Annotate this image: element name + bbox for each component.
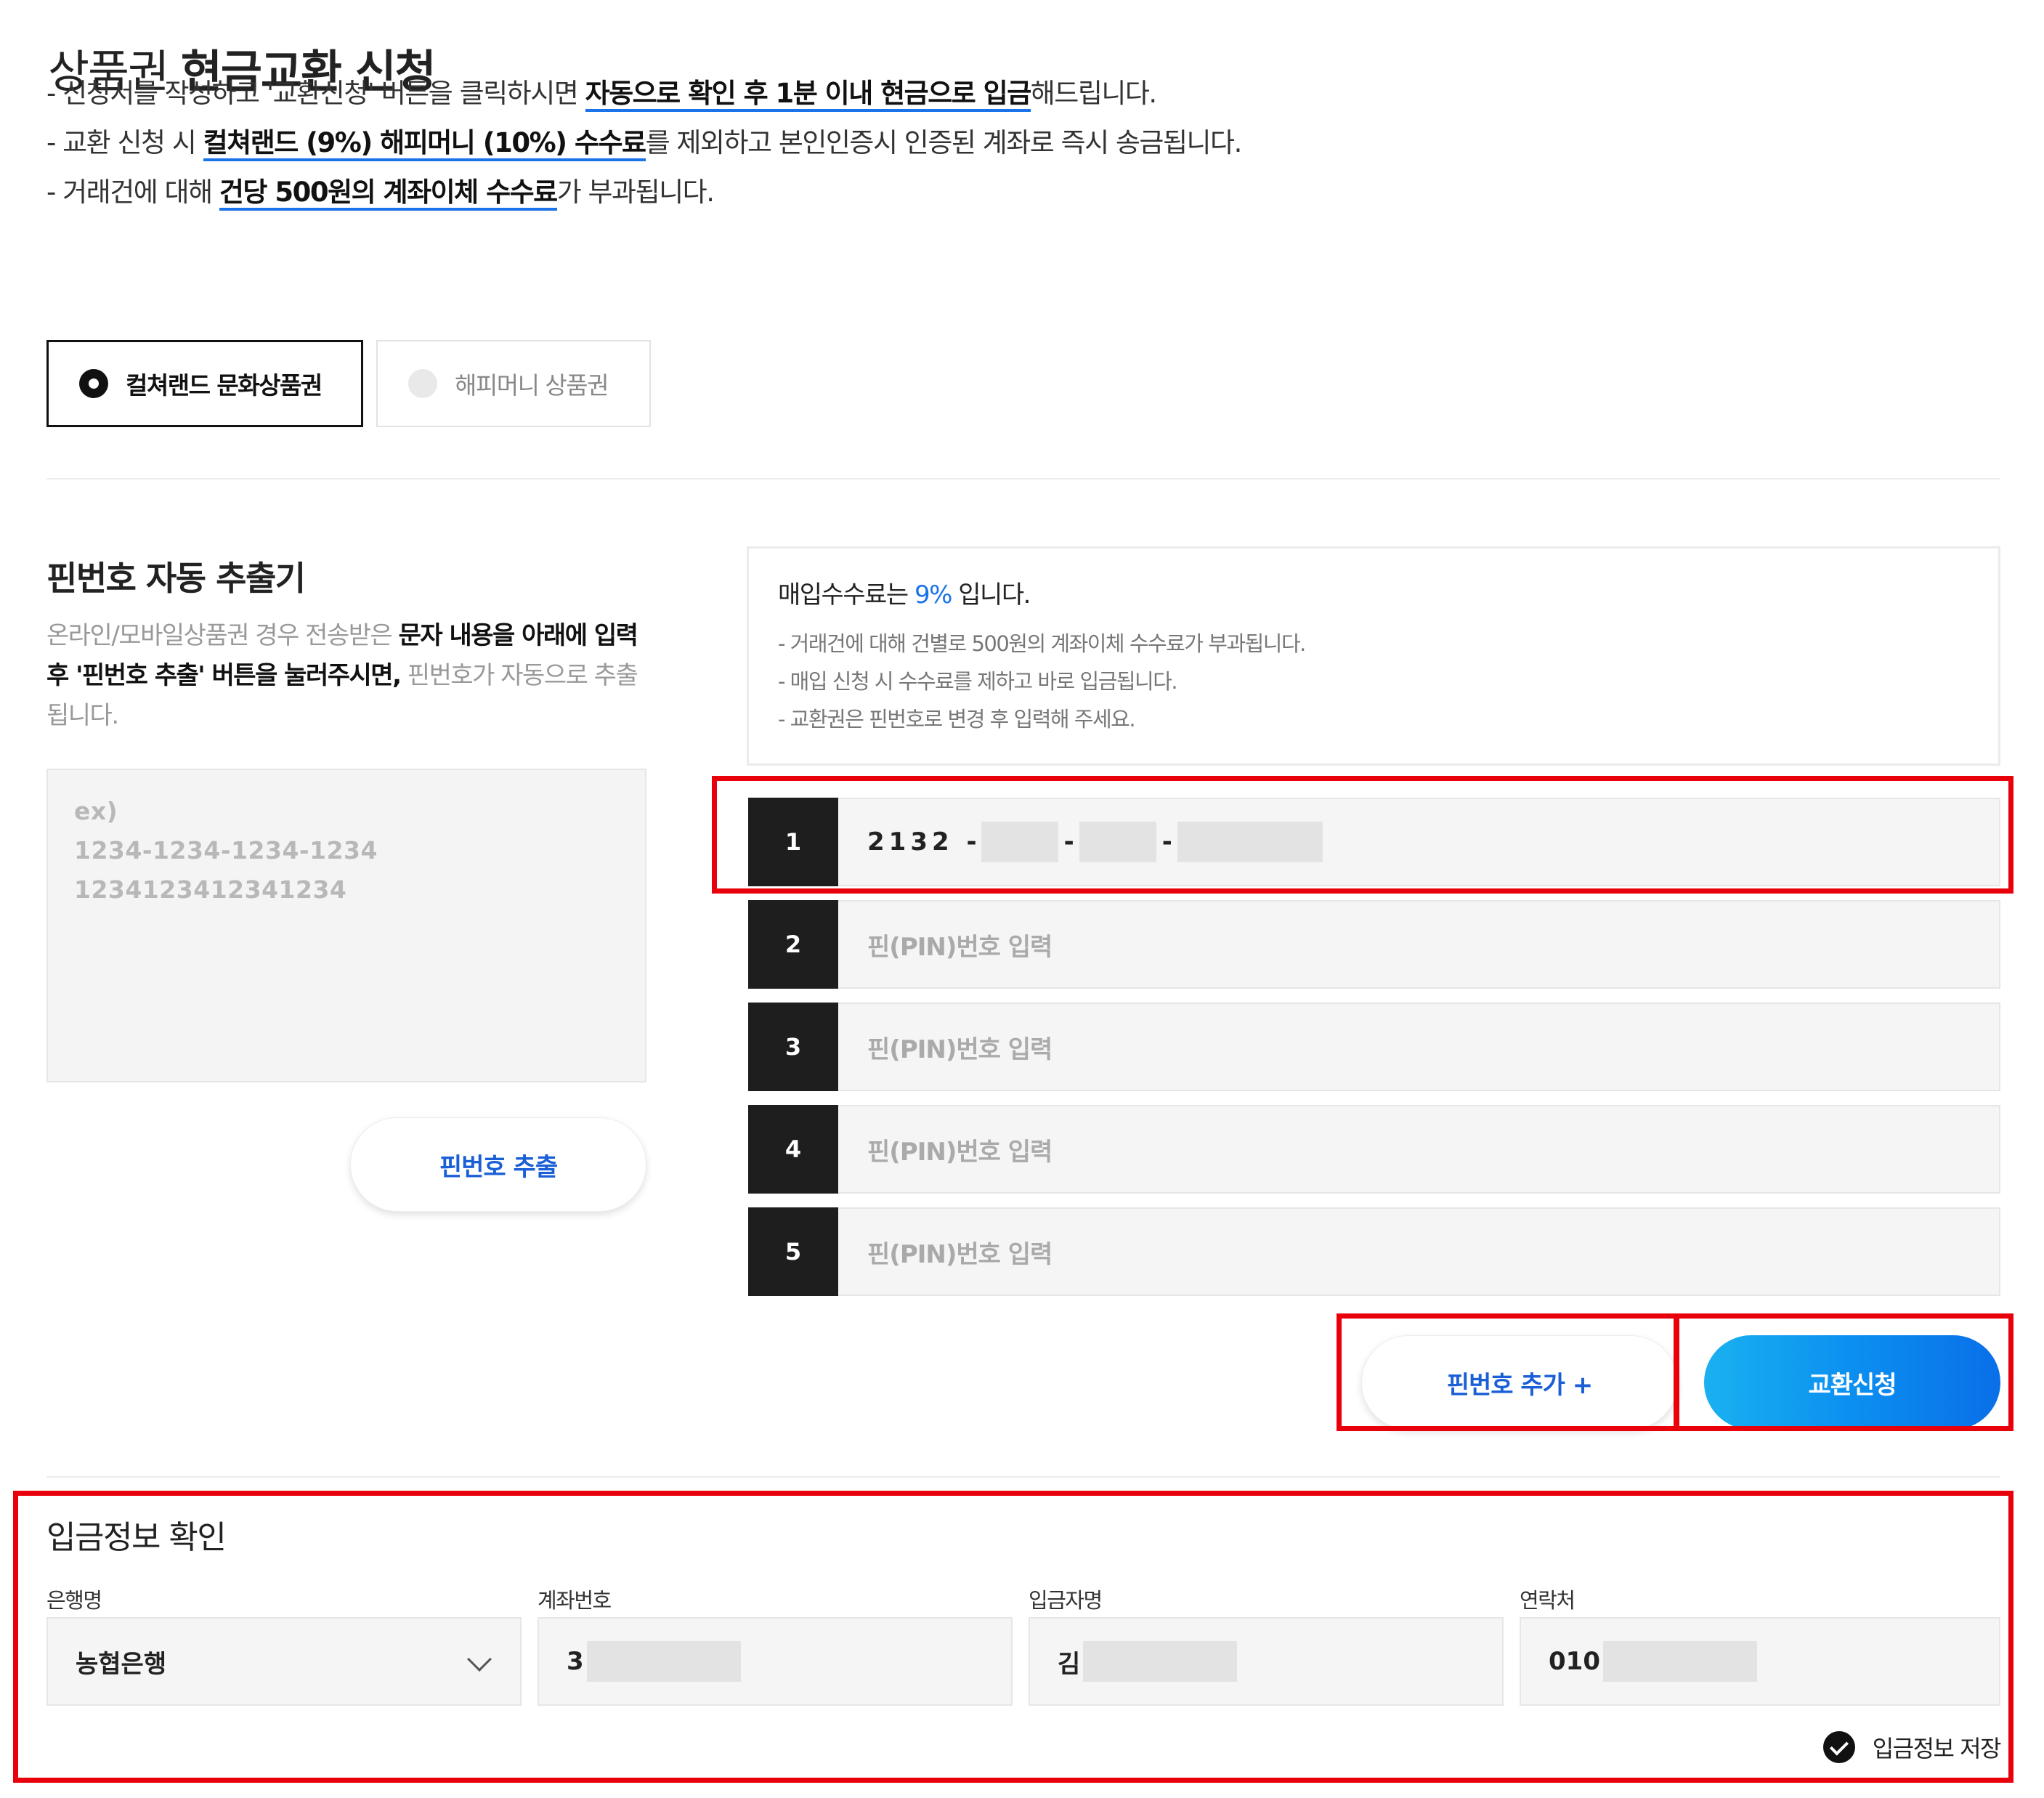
extractor-description: 온라인/모바일상품권 경우 전송받은 문자 내용을 아래에 입력 후 '핀번호 … (46, 621, 638, 730)
highlight-box-submit (1674, 1313, 2013, 1431)
divider (46, 478, 2000, 479)
extract-placeholder-line: 1234123412341234 (74, 875, 347, 904)
highlight-box-add-pin (1337, 1313, 1679, 1431)
extract-placeholder-line: 1234-1234-1234-1234 (74, 836, 378, 864)
notice-line-1: - 신청서를 작성하고 '교환신청' 버튼을 클릭하시면 자동으로 확인 후 1… (46, 71, 1157, 112)
fee-note: - 매입 신청 시 수수료를 제하고 바로 입금됩니다. (778, 669, 1178, 694)
pin-input[interactable]: 핀(PIN)번호 입력 (838, 1003, 2000, 1091)
radio-unselected-icon (408, 369, 437, 398)
pin-input[interactable]: 핀(PIN)번호 입력 (838, 900, 2000, 989)
notice-line-3: - 거래건에 대해 건당 500원의 계좌이체 수수료가 부과됩니다. (46, 170, 715, 211)
pin-placeholder: 핀(PIN)번호 입력 (867, 1239, 1053, 1269)
pin-row: 3 핀(PIN)번호 입력 (748, 1003, 2000, 1091)
pin-row: 4 핀(PIN)번호 입력 (748, 1105, 2000, 1194)
pin-number: 5 (748, 1207, 838, 1296)
pin-number: 2 (748, 900, 838, 989)
voucher-option-label: 해피머니 상품권 (455, 371, 609, 400)
fee-title: 매입수수료는 9% 입니다. (778, 580, 1031, 610)
pin-placeholder: 핀(PIN)번호 입력 (867, 932, 1053, 962)
extract-placeholder-line: ex) (74, 797, 118, 825)
extract-pin-button[interactable]: 핀번호 추출 (350, 1117, 646, 1212)
pin-number: 4 (748, 1105, 838, 1194)
voucher-option-happymoney[interactable]: 해피머니 상품권 (376, 340, 651, 427)
divider (46, 1476, 2000, 1478)
fee-info-box: 매입수수료는 9% 입니다. - 거래건에 대해 건별로 500원의 계좌이체 … (747, 546, 2000, 766)
notice-line-2: - 교환 신청 시 컬쳐랜드 (9%) 해피머니 (10%) 수수료를 제외하고… (46, 121, 1242, 161)
fee-note: - 교환권은 핀번호로 변경 후 입력해 주세요. (778, 707, 1136, 732)
voucher-option-label: 컬쳐랜드 문화상품권 (126, 371, 323, 400)
pin-number: 3 (748, 1003, 838, 1091)
highlight-box-pin-1 (712, 776, 2013, 894)
pin-input[interactable]: 핀(PIN)번호 입력 (838, 1105, 2000, 1194)
pin-placeholder: 핀(PIN)번호 입력 (867, 1137, 1053, 1167)
pin-row: 2 핀(PIN)번호 입력 (748, 900, 2000, 989)
extract-textarea[interactable]: ex) 1234-1234-1234-1234 1234123412341234 (46, 769, 646, 1082)
radio-selected-icon (79, 369, 108, 398)
voucher-option-cultureland[interactable]: 컬쳐랜드 문화상품권 (46, 340, 363, 427)
extractor-title: 핀번호 자동 추출기 (46, 559, 306, 598)
pin-row: 5 핀(PIN)번호 입력 (748, 1207, 2000, 1296)
pin-placeholder: 핀(PIN)번호 입력 (867, 1034, 1053, 1064)
pin-input[interactable]: 핀(PIN)번호 입력 (838, 1207, 2000, 1296)
highlight-box-deposit (13, 1491, 2013, 1783)
fee-note: - 거래건에 대해 건별로 500원의 계좌이체 수수료가 부과됩니다. (778, 631, 1306, 656)
